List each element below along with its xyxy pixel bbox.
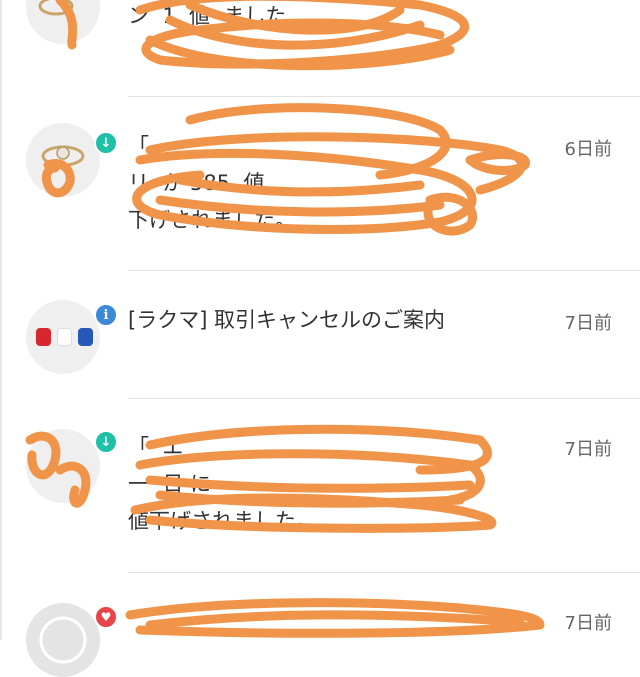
avatar [26, 429, 100, 503]
heart-icon: ♥ [94, 605, 118, 629]
notification-text: [ラクマ] 取引キャンセルのご案内 [128, 308, 446, 332]
timestamp: 7日前 [564, 613, 612, 634]
notification-text: 「 エ 一 日 に 値下げされました。 [128, 435, 317, 533]
notification-text: ン 1 値 ました [128, 4, 287, 28]
ring-product-image [41, 145, 85, 167]
timestamp: 7日前 [564, 439, 612, 460]
notification-row-4[interactable]: ♥ 7日前 [0, 573, 640, 677]
notification-row-0[interactable]: ン 1 値 ました [0, 0, 640, 97]
download-icon: ↓ [94, 430, 118, 454]
notification-row-2[interactable]: i [ラクマ] 取引キャンセルのご案内 7日前 [0, 271, 640, 399]
info-icon: i [94, 303, 118, 327]
rakuma-logo-icon [36, 328, 93, 346]
avatar [26, 0, 100, 44]
default-user-icon [39, 616, 87, 664]
notification-text: 「 リ か 585 値 下げされました。 [128, 134, 296, 232]
download-icon: ↓ [94, 131, 118, 155]
avatar [26, 603, 100, 677]
timestamp: 6日前 [564, 139, 612, 160]
ring-product-image [38, 0, 74, 16]
avatar [26, 123, 100, 197]
timestamp: 7日前 [564, 313, 612, 334]
notification-row-1[interactable]: ↓ 「 リ か 585 値 下げされました。 6日前 [0, 97, 640, 271]
notification-row-3[interactable]: ↓ 「 エ 一 日 に 値下げされました。 7日前 [0, 399, 640, 573]
rakuma-avatar [26, 300, 100, 374]
